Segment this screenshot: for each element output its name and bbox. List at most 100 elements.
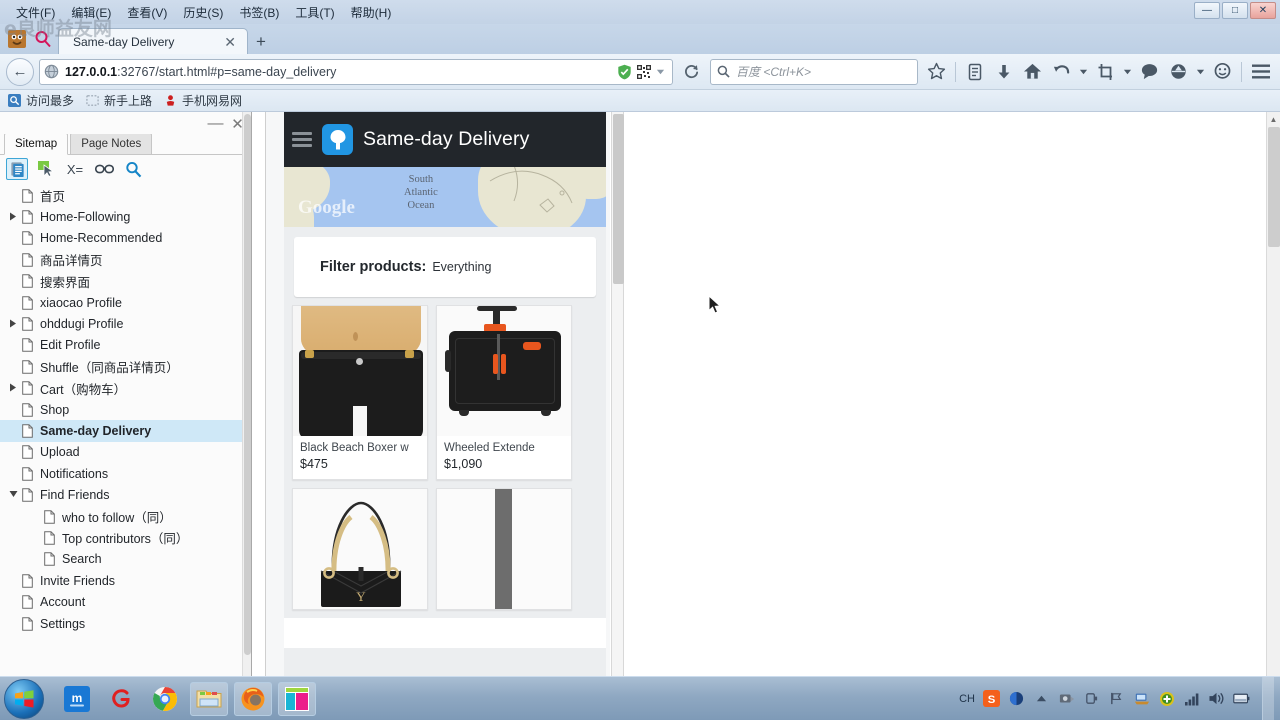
chevron-right-icon[interactable] [6,383,20,394]
tab-page-notes[interactable]: Page Notes [70,133,153,154]
product-card[interactable]: Black Beach Boxer w $475 [292,305,428,480]
sitemap-node[interactable]: Search [0,549,251,570]
product-card[interactable] [436,488,572,610]
sogou-ime-icon[interactable]: S [983,690,1000,707]
map-banner[interactable]: South Atlantic Ocean Google [284,167,606,227]
screenshot-icon[interactable] [1092,58,1119,86]
sitemap-minimize-button[interactable]: — [208,115,224,132]
chevron-down-icon[interactable] [6,490,20,500]
sitemap-node[interactable]: Home-Recommended [0,228,251,249]
axure-rp-icon[interactable] [278,681,316,716]
tab-sitemap[interactable]: Sitemap [4,133,69,155]
browser-tab[interactable]: Same-day Delivery ✕ [58,28,248,54]
download-icon[interactable] [990,58,1017,86]
search-icon[interactable] [122,158,144,180]
battery-icon[interactable] [1233,690,1250,707]
sitemap-node[interactable]: Same-day Delivery [0,420,251,442]
window-close-button[interactable]: ✕ [1250,2,1276,19]
gif-tool-icon[interactable] [102,682,140,716]
tab-search-icon[interactable] [32,28,54,50]
chevron-right-icon[interactable] [6,319,20,330]
reading-list-icon[interactable] [961,58,988,86]
safe-icon[interactable] [1058,690,1075,707]
undo-icon[interactable] [1048,58,1075,86]
sitemap-scrollbar[interactable] [242,112,251,676]
start-orb-icon[interactable] [4,678,44,719]
sitemap-node[interactable]: Top contributors（同） [0,527,251,548]
update-icon[interactable] [1158,690,1175,707]
sitemap-node[interactable]: Cart（购物车） [0,378,251,399]
sitemap-node[interactable]: Account [0,591,251,612]
link-icon[interactable] [93,158,115,180]
sitemap-node[interactable]: Upload [0,442,251,463]
menu-item-tools[interactable]: 工具(T) [287,3,342,22]
reload-button[interactable] [678,58,705,86]
maxthon-icon[interactable]: m [58,682,96,716]
search-box[interactable]: 百度 <Ctrl+K> [710,58,918,85]
network-monitor-icon[interactable] [1133,690,1150,707]
address-bar[interactable]: 127.0.0.1:32767/start.html#p=same-day_de… [39,58,673,85]
cursor-icon[interactable] [35,158,57,180]
chevron-right-icon[interactable] [6,212,20,223]
sitemap-node[interactable]: 商品详情页 [0,249,251,270]
qrcode-icon[interactable] [637,64,651,79]
sitemap-node[interactable]: Notifications [0,463,251,484]
window-minimize-button[interactable]: — [1194,2,1220,19]
sogou-pinyin-icon[interactable] [1008,690,1025,707]
menu-item-bookmarks[interactable]: 书签(B) [231,3,287,22]
bookmark-getting-started[interactable]: 新手上路 [86,92,152,109]
product-card[interactable]: Y [292,488,428,610]
account-icon[interactable] [1165,58,1192,86]
sitemap-node[interactable]: 首页 [0,185,251,206]
flag-icon[interactable] [1108,690,1125,707]
smiley-icon[interactable] [1209,58,1236,86]
undo-dropdown-icon[interactable] [1077,58,1090,86]
menu-item-view[interactable]: 查看(V) [119,3,175,22]
hamburger-icon[interactable] [292,132,312,147]
sitemap-node[interactable]: Shop [0,399,251,420]
screenshot-dropdown-icon[interactable] [1121,58,1134,86]
language-indicator[interactable]: CH [959,693,975,705]
tab-close-icon[interactable]: ✕ [221,35,239,49]
bookmark-star-icon[interactable] [923,58,950,86]
show-desktop-button[interactable] [1262,677,1274,720]
sitemap-node[interactable]: xiaocao Profile [0,292,251,313]
qrcode-dropdown-icon[interactable] [656,67,665,76]
filter-products-control[interactable]: Filter products: Everything [294,237,596,297]
window-maximize-button[interactable]: □ [1222,2,1248,19]
file-explorer-icon[interactable] [190,681,228,716]
product-card[interactable]: Wheeled Extende $1,090 [436,305,572,480]
sitemap-node[interactable]: who to follow（同） [0,506,251,527]
new-tab-button[interactable]: + [248,30,274,54]
home-icon[interactable] [1019,58,1046,86]
page-scrollbar[interactable]: ▲ [1266,112,1280,676]
menu-icon[interactable] [1247,58,1274,86]
prototype-frame-scrollbar[interactable] [611,112,624,676]
sitemap-node[interactable]: Settings [0,613,251,634]
sitemap-node[interactable]: ohddugi Profile [0,313,251,334]
firefox-icon[interactable] [234,681,272,716]
sitemap-node[interactable]: Invite Friends [0,570,251,591]
bookmark-netease-mobile[interactable]: 手机网易网 [164,92,242,109]
signal-icon[interactable] [1183,690,1200,707]
sitemap-node[interactable]: Edit Profile [0,335,251,356]
shield-icon[interactable] [617,64,632,80]
sitemap-icon[interactable] [6,158,28,180]
sitemap-node[interactable]: Shuffle（同商品详情页） [0,356,251,377]
scroll-up-arrow[interactable]: ▲ [1267,112,1280,126]
sitemap-node[interactable]: Home-Following [0,206,251,227]
menu-item-file[interactable]: 文件(F) [8,3,63,22]
scrollbar-thumb[interactable] [1268,127,1280,247]
bookmark-most-visited[interactable]: 访问最多 [8,92,74,109]
sitemap-node[interactable]: Find Friends [0,484,251,505]
back-button[interactable]: ← [6,57,34,86]
sitemap-node[interactable]: 搜索界面 [0,271,251,292]
menu-item-history[interactable]: 历史(S) [175,3,231,22]
menu-item-help[interactable]: 帮助(H) [343,3,400,22]
usb-icon[interactable] [1083,690,1100,707]
volume-icon[interactable] [1208,690,1225,707]
variables-icon[interactable]: X= [64,158,86,180]
account-dropdown-icon[interactable] [1194,58,1207,86]
show-hidden-icon[interactable] [1033,690,1050,707]
chat-icon[interactable] [1136,58,1163,86]
